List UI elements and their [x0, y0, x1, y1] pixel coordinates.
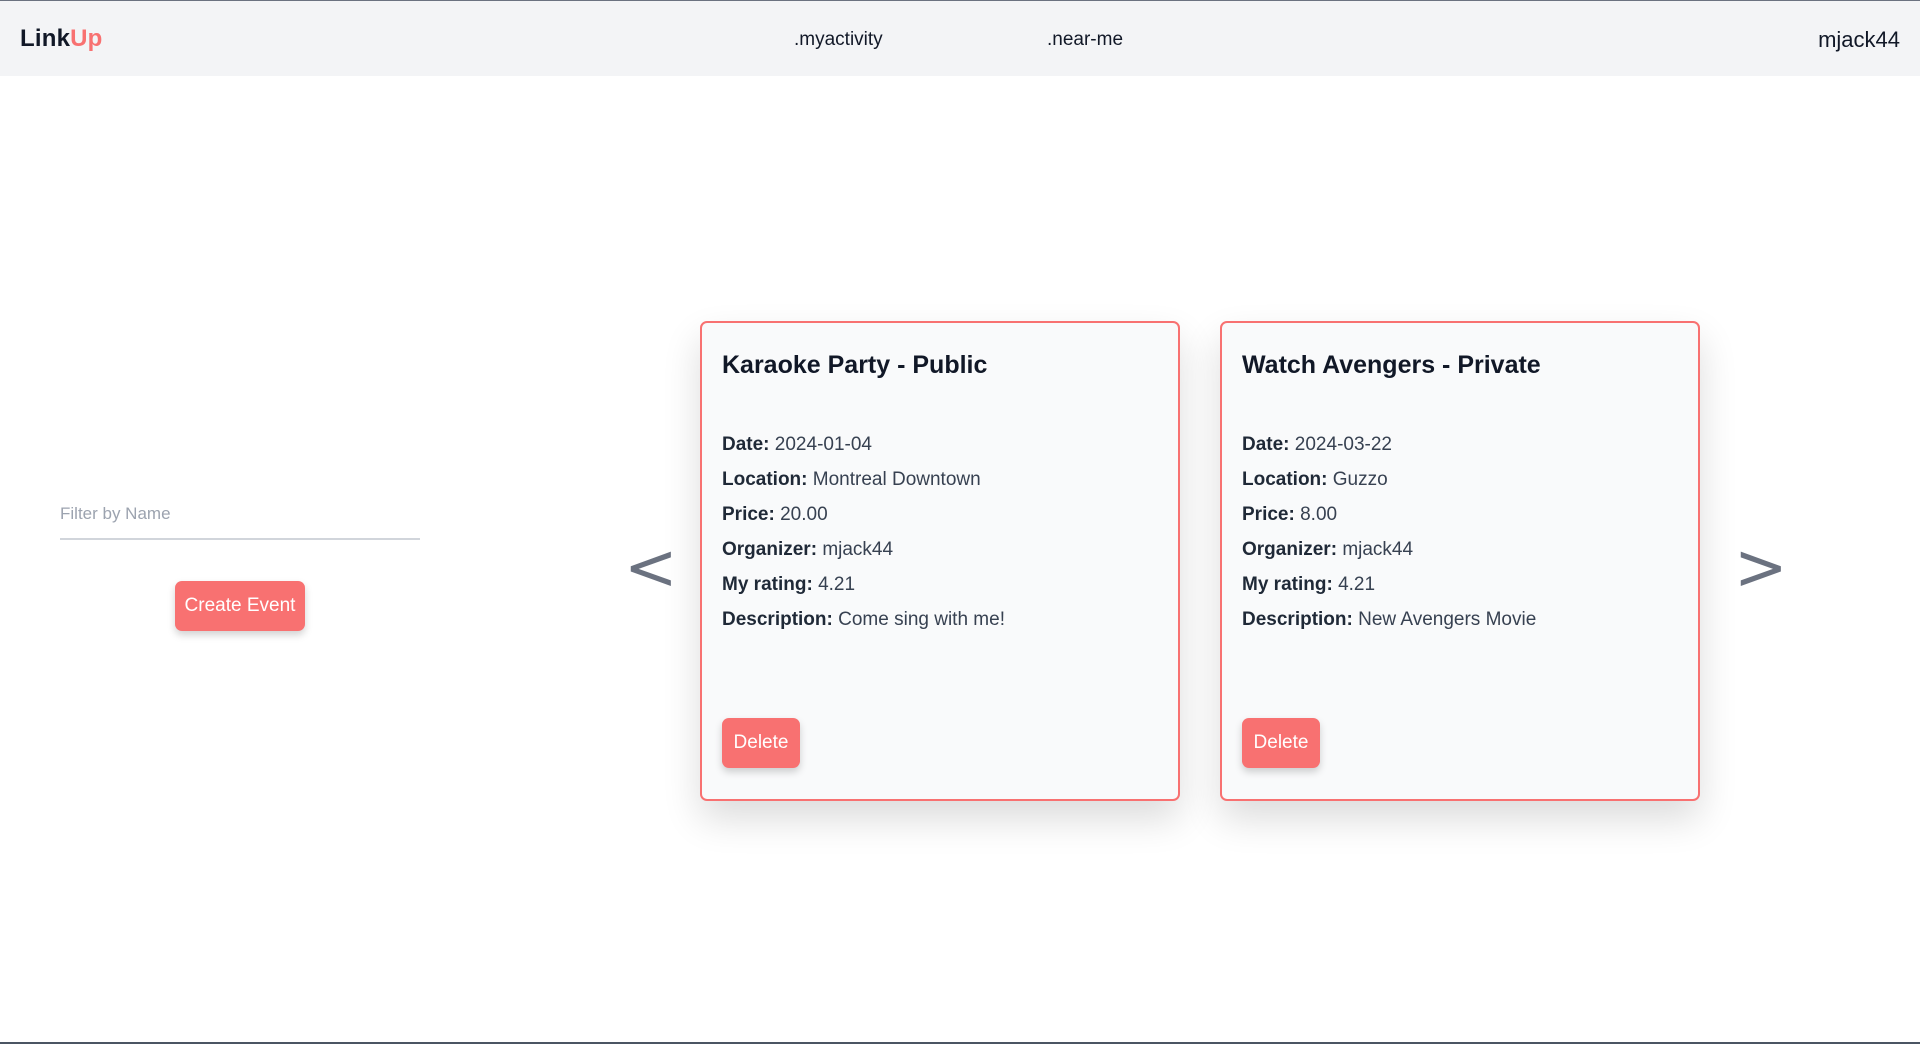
event-rating: My rating: 4.21: [1242, 567, 1678, 602]
event-description: Description: Come sing with me!: [722, 602, 1158, 637]
user-menu[interactable]: mjack44: [1818, 27, 1900, 53]
filter-by-name-input[interactable]: [60, 496, 420, 540]
event-date: Date: 2024-01-04: [722, 427, 1158, 462]
description-value: New Avengers Movie: [1358, 609, 1537, 630]
logo-text-link: Link: [20, 25, 71, 52]
price-value: 8.00: [1300, 504, 1338, 525]
event-location: Location: Montreal Downtown: [722, 462, 1158, 497]
nav-link-myactivity[interactable]: .myactivity: [794, 29, 883, 51]
create-event-button[interactable]: Create Event: [175, 581, 305, 631]
organizer-label: Organizer:: [722, 539, 818, 560]
rating-label: My rating:: [722, 574, 813, 595]
event-date: Date: 2024-03-22: [1242, 427, 1678, 462]
event-price: Price: 8.00: [1242, 497, 1678, 532]
event-rating: My rating: 4.21: [722, 567, 1158, 602]
carousel-prev-arrow[interactable]: <: [624, 536, 678, 600]
event-details: Date: 2024-03-22 Location: Guzzo Price: …: [1242, 427, 1678, 637]
rating-value: 4.21: [818, 574, 856, 595]
date-label: Date:: [1242, 434, 1290, 455]
organizer-value: mjack44: [1342, 539, 1414, 560]
logo[interactable]: LinkUp: [20, 25, 103, 53]
logo-text-up: Up: [70, 25, 103, 52]
page: LinkUp .myactivity .near-me mjack44 Crea…: [0, 0, 1920, 1044]
date-value: 2024-01-04: [774, 434, 872, 455]
delete-button[interactable]: Delete: [722, 718, 800, 768]
organizer-value: mjack44: [822, 539, 894, 560]
location-label: Location:: [722, 469, 808, 490]
event-description: Description: New Avengers Movie: [1242, 602, 1678, 637]
event-details: Date: 2024-01-04 Location: Montreal Down…: [722, 427, 1158, 637]
nav-link-near-me[interactable]: .near-me: [1047, 29, 1123, 51]
event-organizer: Organizer: mjack44: [722, 532, 1158, 567]
delete-button[interactable]: Delete: [1242, 718, 1320, 768]
date-label: Date:: [722, 434, 770, 455]
event-location: Location: Guzzo: [1242, 462, 1678, 497]
price-label: Price:: [722, 504, 775, 525]
event-title: Karaoke Party - Public: [722, 351, 988, 379]
event-title: Watch Avengers - Private: [1242, 351, 1541, 379]
description-label: Description:: [1242, 609, 1353, 630]
location-value: Guzzo: [1332, 469, 1388, 490]
description-value: Come sing with me!: [838, 609, 1005, 630]
price-value: 20.00: [780, 504, 828, 525]
event-price: Price: 20.00: [722, 497, 1158, 532]
event-organizer: Organizer: mjack44: [1242, 532, 1678, 567]
organizer-label: Organizer:: [1242, 539, 1338, 560]
price-label: Price:: [1242, 504, 1295, 525]
event-card: Watch Avengers - Private Date: 2024-03-2…: [1220, 321, 1700, 801]
description-label: Description:: [722, 609, 833, 630]
carousel-next-arrow[interactable]: >: [1734, 536, 1788, 600]
rating-label: My rating:: [1242, 574, 1333, 595]
location-label: Location:: [1242, 469, 1328, 490]
rating-value: 4.21: [1338, 574, 1376, 595]
top-navbar: LinkUp .myactivity .near-me mjack44: [0, 1, 1920, 76]
date-value: 2024-03-22: [1294, 434, 1392, 455]
event-card: Karaoke Party - Public Date: 2024-01-04 …: [700, 321, 1180, 801]
location-value: Montreal Downtown: [812, 469, 981, 490]
